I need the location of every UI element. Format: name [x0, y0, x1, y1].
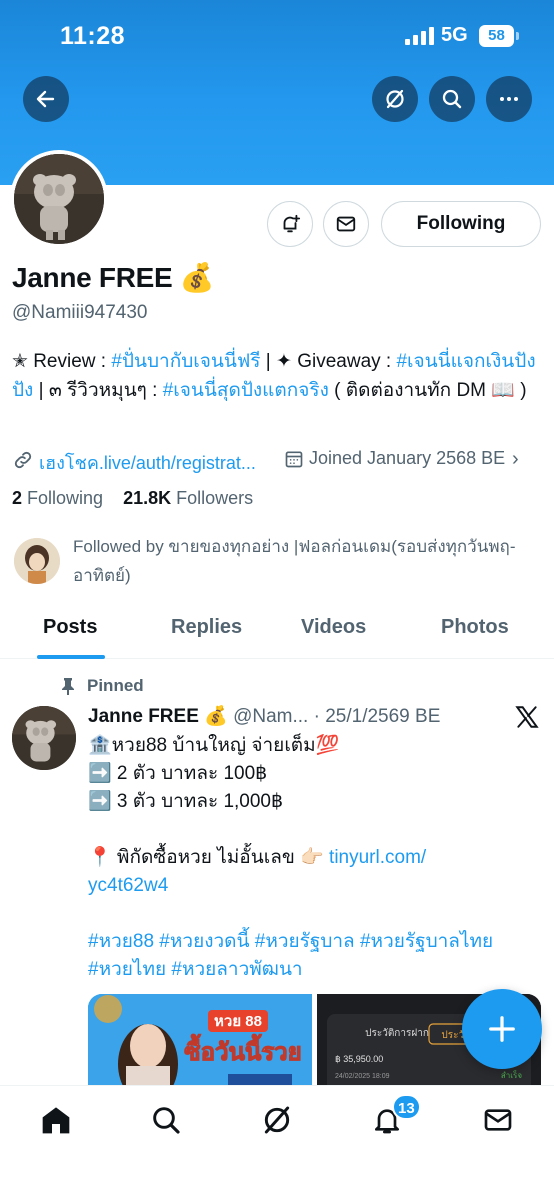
figure-toy-image — [14, 154, 104, 244]
grok-icon — [386, 89, 404, 109]
post-header: Janne FREE 💰 @Nam... · 25/1/2569 BE — [88, 704, 440, 728]
followers-count: 21.8K — [123, 488, 172, 508]
media-status-text: สำเร็จ — [501, 1070, 522, 1080]
envelope-icon — [336, 216, 356, 232]
avatar-image — [14, 154, 104, 244]
bio-text: | ๓ รีวิวหมุนๆ : — [33, 380, 163, 401]
notification-badge: 13 — [392, 1094, 421, 1120]
chevron-right-icon[interactable]: › — [512, 448, 519, 471]
network-type: 5G — [441, 24, 468, 46]
joined-date: Joined January 2568 BE — [309, 448, 506, 468]
profile-handle: @Namiii947430 — [12, 302, 148, 323]
bell-plus-icon — [283, 214, 301, 233]
search-button[interactable] — [429, 76, 475, 122]
bio-text: ( ติดต่องานทัก DM 📖 ) — [328, 380, 527, 401]
nav-search[interactable] — [146, 1100, 186, 1140]
media-logo-text: หวย 88 — [214, 1013, 262, 1030]
more-icon — [500, 97, 518, 101]
compose-post-button[interactable] — [462, 989, 542, 1069]
profile-tabs: Posts Replies Videos Photos — [0, 602, 554, 659]
followers-label: Followers — [176, 488, 254, 508]
back-arrow-icon — [36, 90, 55, 108]
following-button[interactable]: Following — [381, 201, 541, 247]
bio-text: | ✦ Giveaway : — [260, 351, 397, 372]
post-meta: @Nam... · 25/1/2569 BE — [233, 706, 441, 727]
bio-text: ✭ Review : — [12, 351, 112, 372]
pinned-text: Pinned — [87, 676, 144, 695]
home-icon — [42, 1107, 70, 1134]
post-line: ➡️ 2 ตัว บาทละ 100฿ — [88, 763, 268, 784]
post-line: ➡️ 3 ตัว บาทละ 1,000฿ — [88, 791, 284, 812]
link-icon — [14, 451, 32, 469]
post-line: 🏦หวย88 บ้านใหญ่ จ่ายเต็ม💯 — [88, 735, 340, 756]
messages-icon — [484, 1109, 512, 1131]
tab-posts[interactable]: Posts — [43, 616, 97, 639]
tab-photos[interactable]: Photos — [441, 616, 509, 639]
pin-icon — [62, 678, 74, 695]
bio-hashtag[interactable]: #เจนนี่สุดปังแตกจริง — [163, 380, 329, 401]
grok-icon — [264, 1106, 290, 1134]
battery-icon: 58 — [479, 25, 514, 47]
profile-avatar[interactable] — [10, 150, 108, 248]
calendar-icon — [285, 451, 303, 468]
profile-name: Janne FREE 💰 — [12, 262, 215, 293]
battery-tip — [516, 32, 519, 40]
bottom-navigation: 13 — [0, 1085, 554, 1200]
post-hashtags[interactable]: #หวยไทย #หวยลาวพัฒนา — [88, 956, 543, 984]
follower-avatar-image — [14, 538, 60, 584]
media-amount-text: ฿ 35,950.00 — [335, 1054, 383, 1064]
tab-replies[interactable]: Replies — [171, 616, 242, 639]
profile-website-link[interactable]: เฮงโชค.live/auth/registrat... — [39, 448, 256, 477]
media-tab-text: ประวัติการฝาก — [365, 1028, 429, 1039]
profile-bio: ✭ Review : #ปั่นบากับเจนนี่ฟรี | ✦ Givea… — [12, 347, 547, 405]
tab-videos[interactable]: Videos — [301, 616, 366, 639]
following-label: Following — [27, 488, 104, 508]
profile-meta: เฮงโชค.live/auth/registrat... Joined Jan… — [12, 446, 547, 474]
post-media-image[interactable]: หวย 88 ซื้อวันนี้รวย — [88, 994, 312, 1086]
post-url[interactable]: tinyurl.com/ — [329, 847, 426, 868]
grok-button[interactable] — [372, 76, 418, 122]
bio-hashtag[interactable]: #ปั่นบากับเจนนี่ฟรี — [111, 351, 260, 372]
figure-toy-image — [12, 706, 76, 770]
message-button[interactable] — [323, 201, 369, 247]
search-icon — [442, 89, 462, 109]
post-location-line: 📍 พิกัดซื้อหวย ไม่อั้นเลข 👉🏻 tinyurl.com… — [88, 844, 543, 872]
active-tab-indicator — [37, 655, 105, 659]
post-location-text: 📍 พิกัดซื้อหวย ไม่อั้นเลข 👉🏻 — [88, 847, 330, 868]
plus-icon — [489, 1016, 515, 1042]
back-button[interactable] — [23, 76, 69, 122]
followers-count-link[interactable]: 21.8K Followers — [123, 488, 253, 508]
follow-counts: 2 Following 21.8K Followers — [12, 488, 253, 509]
search-icon — [153, 1107, 180, 1134]
post-hashtags[interactable]: #หวย88 #หวยงวดนี้ #หวยรัฐบาล #หวยรัฐบาลไ… — [88, 928, 543, 956]
post-text: 🏦หวย88 บ้านใหญ่ จ่ายเต็ม💯 ➡️ 2 ตัว บาทละ… — [88, 732, 543, 984]
nav-home[interactable] — [36, 1100, 76, 1140]
nav-grok[interactable] — [257, 1100, 297, 1140]
followed-by-text: Followed by ขายของทุกอย่าง |ฟอลก่อนเดม(ร… — [73, 537, 516, 585]
post-author-avatar[interactable] — [12, 706, 76, 770]
follower-avatar — [14, 538, 60, 584]
post-url-continued[interactable]: yc4t62w4 — [88, 872, 543, 900]
status-bar: 11:28 5G 58 — [0, 0, 554, 70]
following-count: 2 — [12, 488, 23, 508]
status-time: 11:28 — [60, 22, 126, 50]
cellular-signal-icon — [405, 27, 435, 45]
lottery-ad-image: หวย 88 ซื้อวันนี้รวย — [88, 994, 312, 1086]
media-date-text: 24/02/2025 18:09 — [335, 1073, 390, 1080]
following-count-link[interactable]: 2 Following — [12, 488, 103, 508]
post-author-name[interactable]: Janne FREE 💰 — [88, 706, 228, 727]
more-button[interactable] — [486, 76, 532, 122]
nav-messages[interactable] — [478, 1100, 518, 1140]
notification-bell-button[interactable] — [267, 201, 313, 247]
x-logo-icon — [515, 706, 539, 728]
